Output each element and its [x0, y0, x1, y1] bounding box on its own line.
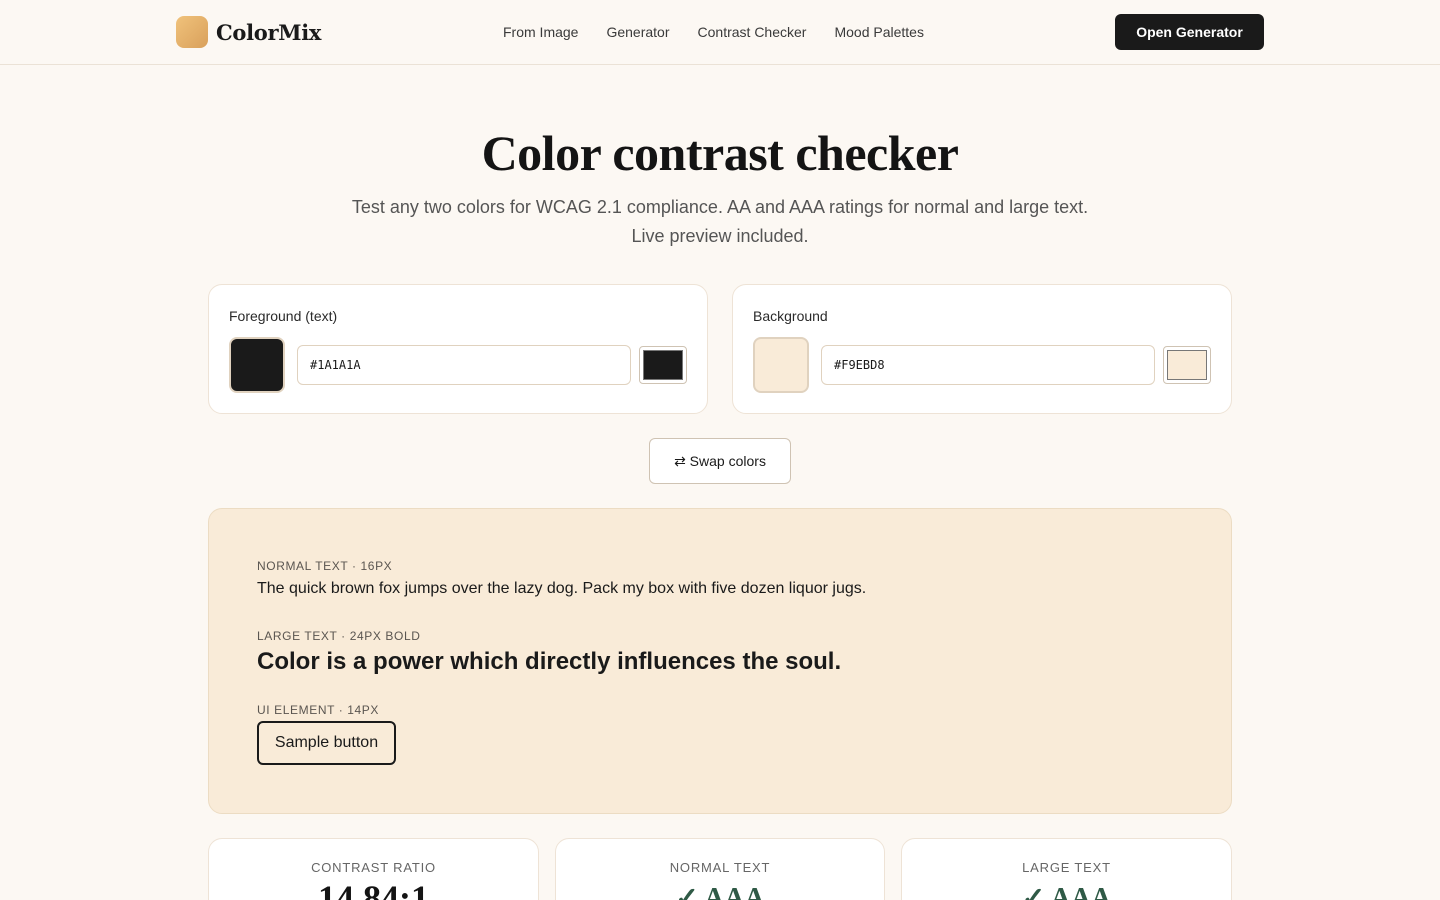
foreground-picker-fill: [643, 350, 683, 380]
large-text-label: LARGE TEXT · 24PX BOLD: [257, 629, 421, 643]
background-hex-input[interactable]: [821, 345, 1155, 385]
background-swatch[interactable]: [753, 337, 809, 393]
nav-contrast-checker[interactable]: Contrast Checker: [698, 23, 807, 41]
page-subtitle: Test any two colors for WCAG 2.1 complia…: [320, 193, 1120, 251]
background-color-picker[interactable]: [1163, 346, 1211, 384]
foreground-card: Foreground (text): [208, 284, 708, 414]
logo-text: ColorMix: [216, 19, 322, 45]
contrast-preview: NORMAL TEXT · 16PX The quick brown fox j…: [208, 508, 1232, 814]
normal-text-sample: The quick brown fox jumps over the lazy …: [257, 580, 867, 597]
background-card: Background: [732, 284, 1232, 414]
large-text-result-value: ✓ AAA: [1021, 883, 1112, 900]
logo[interactable]: ColorMix: [176, 16, 321, 48]
swap-colors-button[interactable]: ⇄ Swap colors: [649, 438, 791, 484]
large-text-sample: Color is a power which directly influenc…: [257, 648, 842, 675]
sample-button[interactable]: Sample button: [257, 721, 396, 765]
large-text-result-label: LARGE TEXT: [1022, 860, 1111, 875]
contrast-ratio-label: CONTRAST RATIO: [311, 860, 436, 875]
normal-text-result-card: NORMAL TEXT ✓ AAA: [555, 838, 885, 900]
open-generator-button[interactable]: Open Generator: [1115, 14, 1264, 50]
large-text-result-card: LARGE TEXT ✓ AAA: [901, 838, 1232, 900]
page-title: Color contrast checker: [481, 125, 959, 181]
subtitle-line-1: Test any two colors for WCAG 2.1 complia…: [351, 197, 1089, 217]
contrast-ratio-value: 14.84:1: [318, 878, 429, 900]
logo-mark: [176, 16, 208, 48]
normal-text-label: NORMAL TEXT · 16PX: [257, 559, 393, 573]
normal-text-result-label: NORMAL TEXT: [669, 860, 771, 875]
site-header: ColorMix From Image Generator Contrast C…: [0, 0, 1440, 65]
foreground-hex-input[interactable]: [297, 345, 631, 385]
normal-text-result-value: ✓ AAA: [675, 883, 765, 900]
foreground-label: Foreground (text): [229, 308, 338, 324]
subtitle-line-2: Live preview included.: [631, 226, 809, 246]
ui-element-label: UI ELEMENT · 14PX: [257, 703, 380, 717]
contrast-ratio-card: CONTRAST RATIO 14.84:1: [208, 838, 539, 900]
nav-generator[interactable]: Generator: [606, 23, 669, 41]
background-picker-fill: [1167, 350, 1207, 380]
nav-mood-palettes[interactable]: Mood Palettes: [834, 23, 924, 41]
nav-from-image[interactable]: From Image: [503, 23, 578, 41]
background-label: Background: [753, 308, 828, 324]
foreground-color-picker[interactable]: [639, 346, 687, 384]
main-nav: From Image Generator Contrast Checker Mo…: [503, 23, 952, 41]
foreground-swatch[interactable]: [229, 337, 285, 393]
